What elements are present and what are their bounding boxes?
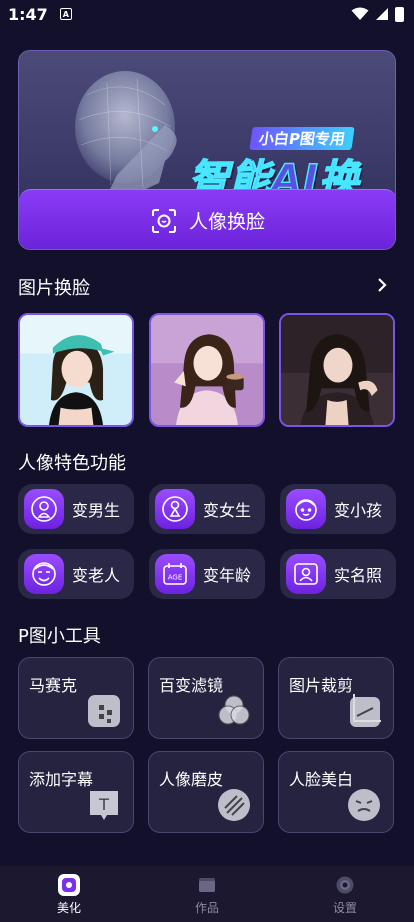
portrait-photo-1: [20, 315, 132, 425]
whiten-icon: [348, 789, 380, 821]
age-icon: AGE: [163, 563, 187, 585]
age-icon-text: AGE: [168, 574, 183, 582]
nav-label-works: 作品: [194, 900, 219, 915]
tool-filter[interactable]: 百变滤镜: [148, 657, 264, 739]
nav-works[interactable]: 作品: [138, 866, 276, 922]
nav-settings[interactable]: 设置: [276, 866, 414, 922]
photo-swap-title: 图片换脸: [18, 278, 90, 299]
filter-icon: [218, 695, 250, 725]
tool-label: 百变滤镜: [159, 676, 224, 695]
text-icon: T: [90, 791, 118, 820]
notification-icon: A: [59, 8, 72, 20]
signal-icon: [376, 8, 388, 20]
tool-subtitle[interactable]: 添加字幕 T: [18, 751, 134, 833]
photo-card-2[interactable]: [149, 313, 265, 427]
feature-label: 变男生: [72, 501, 121, 520]
mosaic-icon: [88, 695, 120, 727]
chevron-right-icon[interactable]: [376, 276, 388, 294]
feature-male[interactable]: 变男生: [18, 484, 134, 534]
status-icons: [351, 6, 404, 22]
tool-mosaic[interactable]: 马赛克: [18, 657, 134, 739]
tool-skin-smooth[interactable]: 人像磨皮: [148, 751, 264, 833]
nav-beautify[interactable]: 美化: [0, 866, 138, 922]
portrait-features-title: 人像特色功能: [18, 453, 126, 474]
portrait-face-swap-button[interactable]: 人像换脸: [19, 189, 395, 249]
portrait-photo-3: [281, 315, 393, 425]
tool-crop[interactable]: 图片裁剪: [278, 657, 394, 739]
face-swap-button-label: 人像换脸: [188, 211, 265, 233]
tools-title: P图小工具: [18, 626, 101, 647]
status-bar: 1:47 A: [0, 0, 414, 28]
battery-icon: [395, 6, 404, 22]
beautify-icon: [58, 873, 80, 896]
feature-child[interactable]: 变小孩: [280, 484, 396, 534]
robot-head-illustration: [75, 71, 177, 195]
crop-icon: [350, 694, 381, 727]
male-icon: [31, 496, 57, 522]
id-photo-icon: [294, 563, 318, 585]
smooth-icon: [218, 789, 250, 821]
photo-card-3[interactable]: [279, 313, 395, 427]
child-icon: [295, 499, 317, 521]
bottom-nav: 美化 作品 设置: [0, 866, 414, 922]
tool-label: 图片裁剪: [289, 676, 354, 695]
wifi-icon: [351, 7, 369, 20]
feature-elder[interactable]: 变老人: [18, 549, 134, 599]
portrait-photo-2: [151, 315, 263, 425]
tool-label: 人脸美白: [289, 770, 354, 789]
nav-label-beautify: 美化: [56, 900, 81, 915]
tool-label: 马赛克: [29, 676, 78, 695]
text-icon-glyph: T: [98, 795, 109, 814]
tool-label: 人像磨皮: [159, 770, 224, 789]
feature-label: 变年龄: [203, 566, 252, 585]
feature-label: 变老人: [72, 566, 121, 585]
tool-face-whiten[interactable]: 人脸美白: [278, 751, 394, 833]
nav-label-settings: 设置: [332, 900, 357, 915]
feature-label: 变小孩: [334, 501, 383, 520]
female-icon: [162, 496, 188, 522]
feature-age[interactable]: AGE 变年龄: [149, 549, 265, 599]
elder-icon: [32, 562, 56, 586]
face-scan-icon: [151, 208, 176, 233]
feature-id-photo[interactable]: 实名照: [280, 549, 396, 599]
feature-female[interactable]: 变女生: [149, 484, 265, 534]
tool-label: 添加字幕: [29, 770, 94, 789]
folder-icon: [199, 877, 215, 892]
feature-label: 实名照: [334, 566, 383, 585]
ai-face-swap-banner[interactable]: 小白P图专用 智能AI换脸 人像换脸: [18, 50, 396, 250]
gear-icon: [336, 876, 354, 893]
feature-label: 变女生: [203, 501, 252, 520]
status-time: 1:47: [8, 4, 48, 24]
photo-card-1[interactable]: [18, 313, 134, 427]
